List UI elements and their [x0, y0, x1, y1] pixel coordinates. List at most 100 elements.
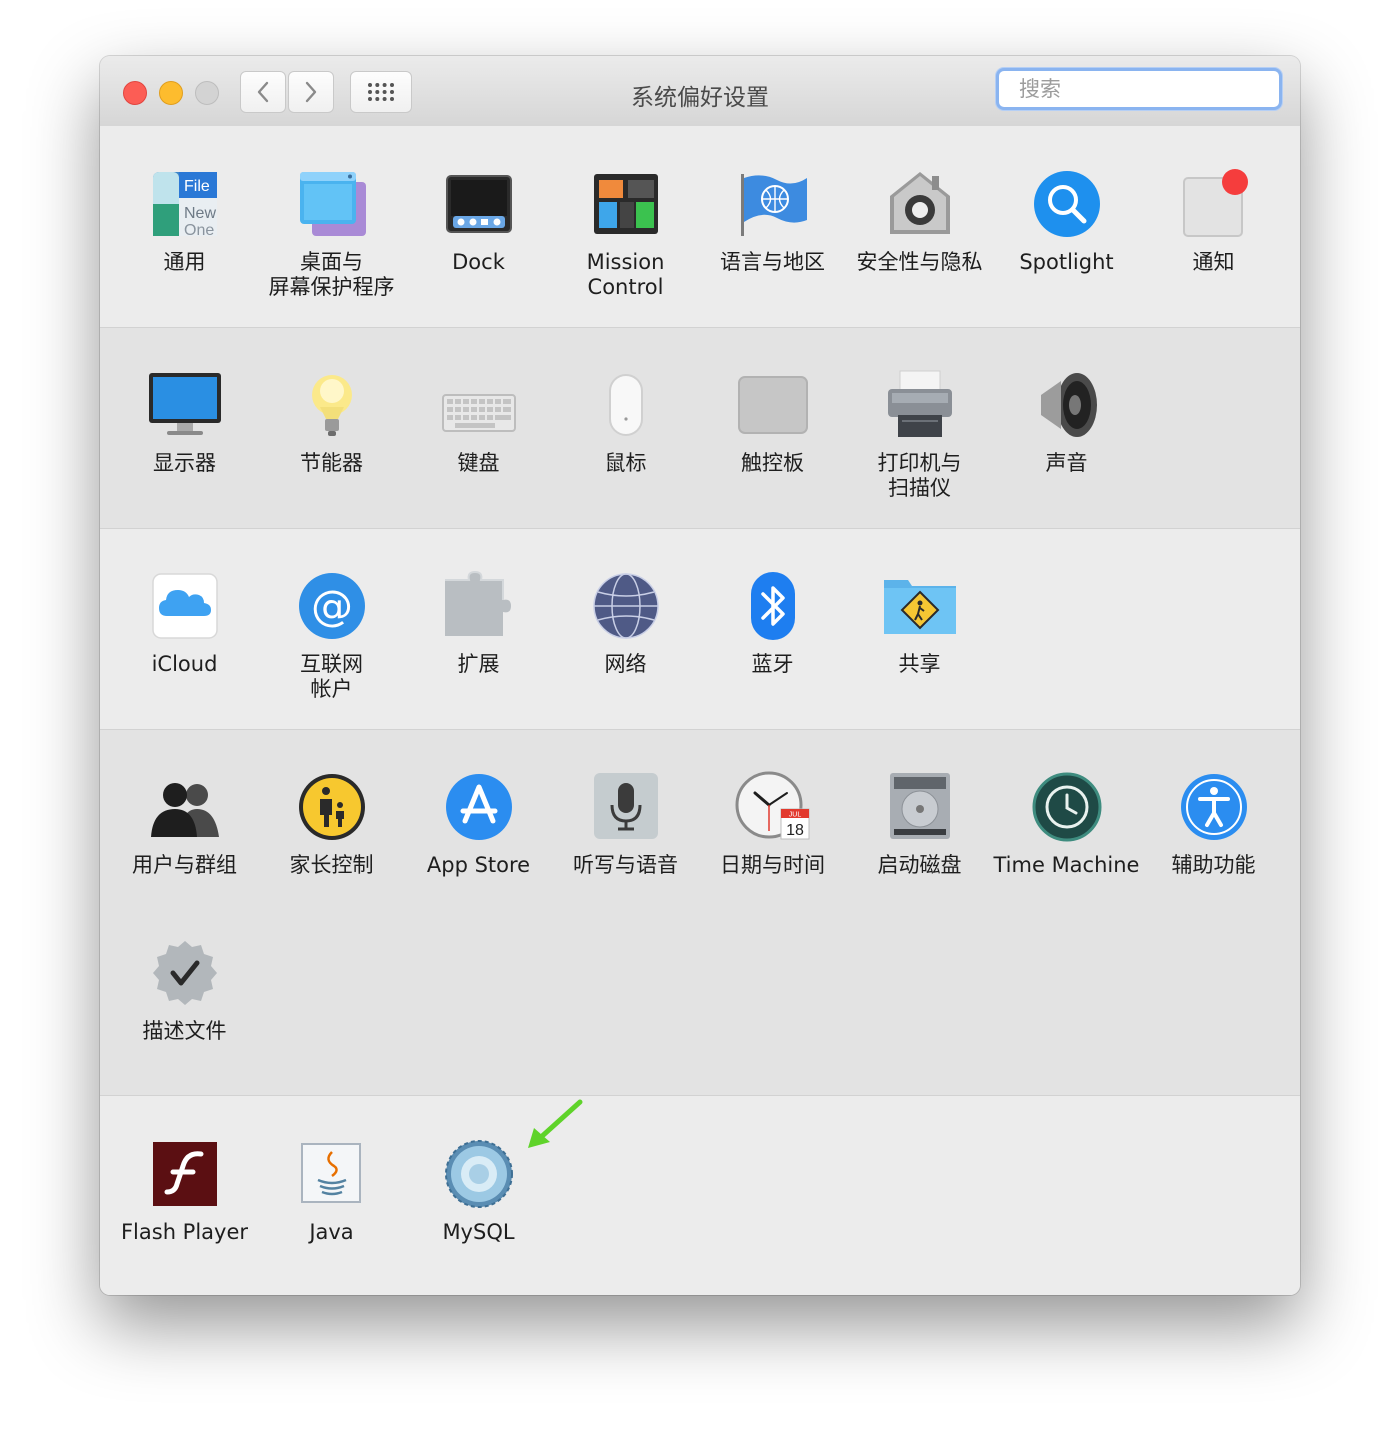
mouse-icon: [586, 365, 666, 445]
pane-dock[interactable]: Dock: [405, 164, 552, 275]
displays-icon: [145, 365, 225, 445]
parental-controls-icon: [292, 767, 372, 847]
system-preferences-window: 系统偏好设置 File New One 通用: [100, 56, 1300, 1295]
pane-app-store[interactable]: App Store: [405, 767, 552, 878]
profiles-icon: [145, 933, 225, 1013]
pane-energy-saver[interactable]: 节能器: [258, 365, 405, 476]
pane-label: 安全性与隐私: [856, 250, 983, 274]
icloud-icon: [145, 566, 225, 646]
pane-label: Java: [309, 1220, 354, 1244]
pane-label: 用户与群组: [132, 853, 237, 877]
pane-label: 网络: [604, 652, 647, 676]
pane-spotlight[interactable]: Spotlight: [993, 164, 1140, 275]
pane-label: 启动磁盘: [877, 853, 962, 877]
section-other: Flash Player Java MySQL: [100, 1096, 1300, 1295]
pane-icloud[interactable]: iCloud: [111, 566, 258, 677]
svg-text:File: File: [184, 178, 210, 195]
dock-icon: [439, 164, 519, 244]
pane-label: 通知: [1192, 250, 1235, 274]
pane-label: 声音: [1045, 451, 1088, 475]
pane-flash-player[interactable]: Flash Player: [111, 1134, 258, 1245]
pane-date-time[interactable]: JUL 18 日期与时间: [699, 767, 846, 878]
java-icon: [292, 1134, 372, 1214]
zoom-button[interactable]: [195, 81, 219, 105]
sound-icon: [1027, 365, 1107, 445]
pane-bluetooth[interactable]: 蓝牙: [699, 566, 846, 677]
pane-printers-scanners[interactable]: 打印机与 扫描仪: [846, 365, 993, 501]
pane-label: 语言与地区: [720, 250, 825, 274]
pane-profiles[interactable]: 描述文件: [111, 933, 258, 1044]
pane-label: 通用: [163, 250, 206, 274]
pane-notifications[interactable]: 通知: [1140, 164, 1287, 275]
sharing-icon: [880, 566, 960, 646]
pane-label: 节能器: [300, 451, 363, 475]
internet-accounts-icon: @: [292, 566, 372, 646]
calendar-month: JUL: [788, 812, 801, 819]
pane-accessibility[interactable]: 辅助功能: [1140, 767, 1287, 878]
pane-extensions[interactable]: 扩展: [405, 566, 552, 677]
annotation-arrow-icon: [528, 1099, 583, 1148]
back-button[interactable]: [240, 71, 286, 113]
pane-trackpad[interactable]: 触控板: [699, 365, 846, 476]
pane-language-region[interactable]: 语言与地区: [699, 164, 846, 275]
pane-sound[interactable]: 声音: [993, 365, 1140, 476]
pane-network[interactable]: 网络: [552, 566, 699, 677]
pane-label: 扩展: [457, 652, 500, 676]
chevron-left-icon: [257, 81, 269, 103]
pane-security-privacy[interactable]: 安全性与隐私: [846, 164, 993, 275]
energy-saver-icon: [292, 365, 372, 445]
general-icon: File New One: [145, 164, 225, 244]
pane-time-machine[interactable]: Time Machine: [993, 767, 1140, 878]
minimize-button[interactable]: [159, 81, 183, 105]
pane-general[interactable]: File New One 通用: [111, 164, 258, 275]
forward-button[interactable]: [288, 71, 334, 113]
date-time-icon: JUL 18: [733, 767, 813, 847]
pane-label: MySQL: [442, 1220, 515, 1244]
window-title: 系统偏好设置: [631, 85, 769, 111]
pane-sharing[interactable]: 共享: [846, 566, 993, 677]
pane-label: 键盘: [457, 451, 500, 475]
pane-parental-controls[interactable]: 家长控制: [258, 767, 405, 878]
pane-label: Flash Player: [120, 1220, 249, 1244]
search-field[interactable]: [996, 68, 1289, 110]
section-personal: File New One 通用 桌面与 屏幕保护程序 Dock Mission …: [100, 126, 1300, 328]
trackpad-icon: [733, 365, 813, 445]
pane-label: 共享: [898, 652, 941, 676]
mission-control-icon: [586, 164, 666, 244]
extensions-icon: [439, 566, 519, 646]
accessibility-icon: [1174, 767, 1254, 847]
dictation-speech-icon: [586, 767, 666, 847]
pane-mouse[interactable]: 鼠标: [552, 365, 699, 476]
pane-label: App Store: [426, 853, 531, 877]
notifications-icon: [1174, 164, 1254, 244]
section-hardware: 显示器 节能器 键盘 鼠标 触控板 打印机与 扫描仪 声音: [100, 328, 1300, 529]
pane-label: Spotlight: [1019, 250, 1114, 274]
pane-startup-disk[interactable]: 启动磁盘: [846, 767, 993, 878]
search-input[interactable]: [1017, 76, 1289, 102]
network-icon: [586, 566, 666, 646]
pane-label: 显示器: [153, 451, 216, 475]
pane-label: 打印机与 扫描仪: [877, 451, 962, 500]
desktop-screensaver-icon: [292, 164, 372, 244]
pane-label: 日期与时间: [720, 853, 825, 877]
pane-users-groups[interactable]: 用户与群组: [111, 767, 258, 878]
pane-label: 触控板: [741, 451, 804, 475]
pane-internet-accounts[interactable]: @ 互联网 帐户: [258, 566, 405, 702]
language-region-icon: [733, 164, 813, 244]
pane-java[interactable]: Java: [258, 1134, 405, 1245]
pane-desktop-screensaver[interactable]: 桌面与 屏幕保护程序: [258, 164, 405, 300]
show-all-button[interactable]: [350, 71, 412, 113]
pane-dictation-speech[interactable]: 听写与语音: [552, 767, 699, 878]
pane-label: 辅助功能: [1171, 853, 1256, 877]
pane-label: Time Machine: [993, 853, 1140, 877]
chevron-right-icon: [305, 81, 317, 103]
close-button[interactable]: [123, 81, 147, 105]
pane-mission-control[interactable]: Mission Control: [552, 164, 699, 300]
pane-label: 家长控制: [289, 853, 374, 877]
pane-label: 描述文件: [142, 1019, 227, 1043]
pane-displays[interactable]: 显示器: [111, 365, 258, 476]
pane-keyboard[interactable]: 键盘: [405, 365, 552, 476]
spotlight-icon: [1027, 164, 1107, 244]
pane-label: 蓝牙: [751, 652, 794, 676]
users-groups-icon: [145, 767, 225, 847]
